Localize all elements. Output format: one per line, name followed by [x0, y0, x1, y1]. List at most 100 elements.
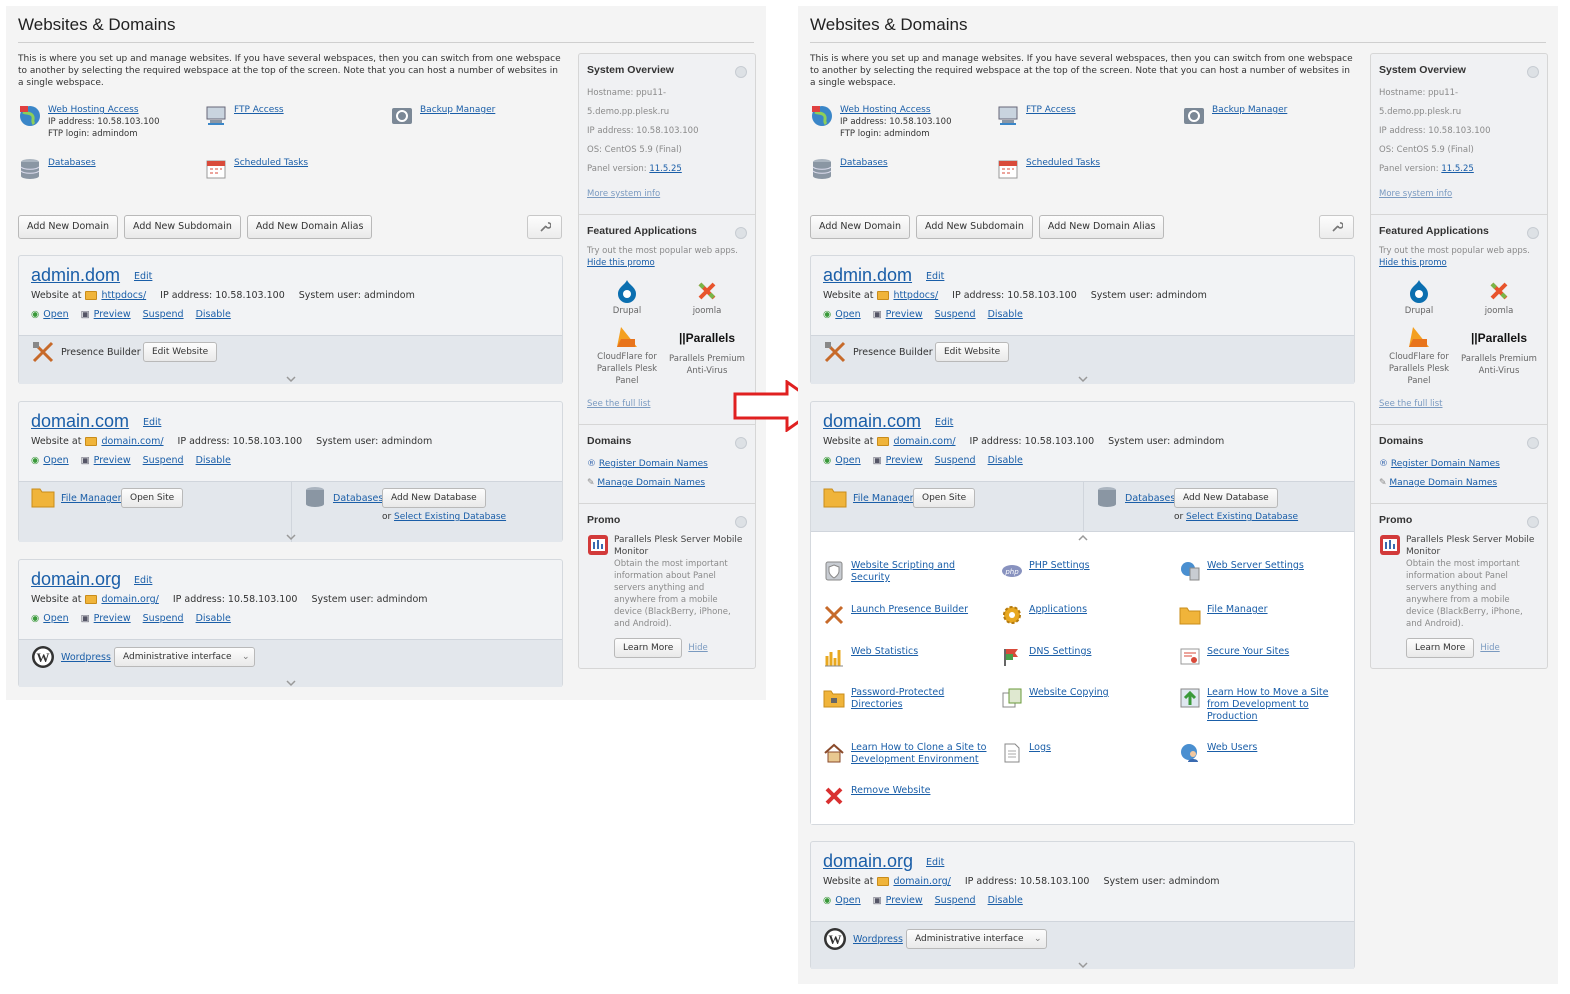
file-manager-link[interactable]: File Manager — [853, 493, 914, 504]
chevron-down-icon[interactable]: ⌄ — [1034, 930, 1042, 948]
docroot-link[interactable]: httpdocs/ — [893, 290, 938, 301]
disable-link[interactable]: Disable — [988, 455, 1023, 466]
open-link[interactable]: Open — [43, 613, 68, 624]
disable-link[interactable]: Disable — [988, 309, 1023, 320]
select-db-link[interactable]: Select Existing Database — [394, 512, 506, 522]
edit-link[interactable]: Edit — [935, 417, 953, 428]
tile-password-dirs[interactable]: Password-Protected Directories — [823, 687, 988, 711]
collapse-icon[interactable] — [735, 66, 747, 78]
tile-clone-site[interactable]: Learn How to Clone a Site to Development… — [823, 742, 988, 766]
edit-website-button[interactable]: Edit Website — [143, 342, 218, 362]
collapse-icon[interactable] — [735, 437, 747, 449]
suspend-link[interactable]: Suspend — [143, 309, 184, 320]
more-info-link[interactable]: More system info — [1379, 189, 1452, 199]
domain-name[interactable]: domain.com — [823, 411, 921, 432]
docroot-link[interactable]: domain.com/ — [101, 436, 163, 447]
open-link[interactable]: Open — [835, 455, 860, 466]
docroot-link[interactable]: domain.com/ — [893, 436, 955, 447]
edit-link[interactable]: Edit — [926, 857, 944, 868]
learn-more-button[interactable]: Learn More — [1406, 638, 1475, 658]
preview-link[interactable]: Preview — [886, 895, 923, 906]
tile-presence-builder[interactable]: Launch Presence Builder — [823, 604, 988, 626]
panel-version-link[interactable]: 11.5.25 — [649, 164, 681, 174]
manage-domains-link[interactable]: Manage Domain Names — [597, 478, 705, 488]
domain-name[interactable]: domain.org — [823, 851, 913, 872]
admin-interface-button[interactable]: Administrative interface ⌄ — [114, 647, 255, 667]
ftp-link[interactable]: FTP Access — [234, 105, 284, 115]
tools-button[interactable] — [1319, 215, 1354, 239]
collapse-chevron-icon[interactable] — [284, 679, 298, 687]
collapse-icon[interactable] — [1527, 516, 1539, 528]
disable-link[interactable]: Disable — [196, 309, 231, 320]
tile-logs[interactable]: Logs — [1001, 742, 1166, 764]
databases-link[interactable]: Databases — [333, 493, 383, 504]
open-site-button[interactable]: Open Site — [913, 488, 976, 508]
add-subdomain-button[interactable]: Add New Subdomain — [124, 215, 241, 239]
suspend-link[interactable]: Suspend — [143, 613, 184, 624]
tile-dns[interactable]: DNS Settings — [1001, 646, 1166, 668]
app-drupal[interactable]: Drupal — [1379, 279, 1459, 317]
suspend-link[interactable]: Suspend — [935, 455, 976, 466]
tile-move-site[interactable]: Learn How to Move a Site from Developmen… — [1179, 687, 1344, 723]
domain-name[interactable]: domain.com — [31, 411, 129, 432]
domain-name[interactable]: admin.dom — [31, 265, 120, 286]
disable-link[interactable]: Disable — [988, 895, 1023, 906]
hide-link[interactable]: Hide — [1480, 643, 1499, 653]
select-db-link[interactable]: Select Existing Database — [1186, 512, 1298, 522]
tile-web-statistics[interactable]: Web Statistics — [823, 646, 988, 668]
databases-link[interactable]: Databases — [840, 158, 888, 168]
tile-website-copying[interactable]: Website Copying — [1001, 687, 1166, 709]
docroot-link[interactable]: domain.org/ — [101, 594, 158, 605]
collapse-chevron-icon[interactable] — [284, 375, 298, 383]
tile-scripting[interactable]: Website Scripting and Security — [823, 560, 988, 584]
edit-link[interactable]: Edit — [926, 271, 944, 282]
app-antivirus[interactable]: ||Parallels Parallels Premium Anti-Virus — [667, 325, 747, 387]
register-domains-link[interactable]: Register Domain Names — [599, 459, 708, 469]
tile-php[interactable]: php PHP Settings — [1001, 560, 1166, 582]
tools-button[interactable] — [527, 215, 562, 239]
tile-applications[interactable]: Applications — [1001, 604, 1166, 626]
edit-link[interactable]: Edit — [134, 575, 152, 586]
domain-name[interactable]: admin.dom — [823, 265, 912, 286]
file-manager-link[interactable]: File Manager — [61, 493, 122, 504]
hide-promo-link[interactable]: Hide this promo — [1379, 258, 1447, 268]
preview-link[interactable]: Preview — [94, 613, 131, 624]
suspend-link[interactable]: Suspend — [935, 309, 976, 320]
collapse-icon[interactable] — [1527, 437, 1539, 449]
wordpress-link[interactable]: Wordpress — [61, 652, 111, 663]
open-site-button[interactable]: Open Site — [121, 488, 184, 508]
collapse-icon[interactable] — [1527, 227, 1539, 239]
preview-link[interactable]: Preview — [94, 309, 131, 320]
tile-remove-website[interactable]: Remove Website — [823, 785, 988, 807]
app-drupal[interactable]: Drupal — [587, 279, 667, 317]
app-joomla[interactable]: joomla — [667, 279, 747, 317]
collapse-chevron-icon[interactable] — [284, 533, 298, 541]
open-link[interactable]: Open — [835, 309, 860, 320]
add-domain-button[interactable]: Add New Domain — [810, 215, 911, 239]
add-alias-button[interactable]: Add New Domain Alias — [1038, 215, 1165, 239]
chevron-down-icon[interactable]: ⌄ — [242, 648, 250, 666]
preview-link[interactable]: Preview — [886, 455, 923, 466]
add-domain-button[interactable]: Add New Domain — [18, 215, 119, 239]
collapse-chevron-icon[interactable] — [1076, 534, 1090, 542]
suspend-link[interactable]: Suspend — [143, 455, 184, 466]
tile-web-users[interactable]: Web Users — [1179, 742, 1344, 764]
ftp-link[interactable]: FTP Access — [1026, 105, 1076, 115]
app-joomla[interactable]: joomla — [1459, 279, 1539, 317]
docroot-link[interactable]: domain.org/ — [893, 876, 950, 887]
app-cloudflare[interactable]: CloudFlare for Parallels Plesk Panel — [1379, 325, 1459, 387]
full-list-link[interactable]: See the full list — [1379, 399, 1443, 409]
preview-link[interactable]: Preview — [94, 455, 131, 466]
tile-file-manager[interactable]: File Manager — [1179, 604, 1344, 626]
panel-version-link[interactable]: 11.5.25 — [1441, 164, 1473, 174]
full-list-link[interactable]: See the full list — [587, 399, 651, 409]
web-hosting-link[interactable]: Web Hosting Access — [48, 105, 139, 115]
more-info-link[interactable]: More system info — [587, 189, 660, 199]
disable-link[interactable]: Disable — [196, 455, 231, 466]
app-cloudflare[interactable]: CloudFlare for Parallels Plesk Panel — [587, 325, 667, 387]
open-link[interactable]: Open — [43, 455, 68, 466]
edit-link[interactable]: Edit — [143, 417, 161, 428]
open-link[interactable]: Open — [43, 309, 68, 320]
collapse-icon[interactable] — [1527, 66, 1539, 78]
databases-link[interactable]: Databases — [1125, 493, 1175, 504]
